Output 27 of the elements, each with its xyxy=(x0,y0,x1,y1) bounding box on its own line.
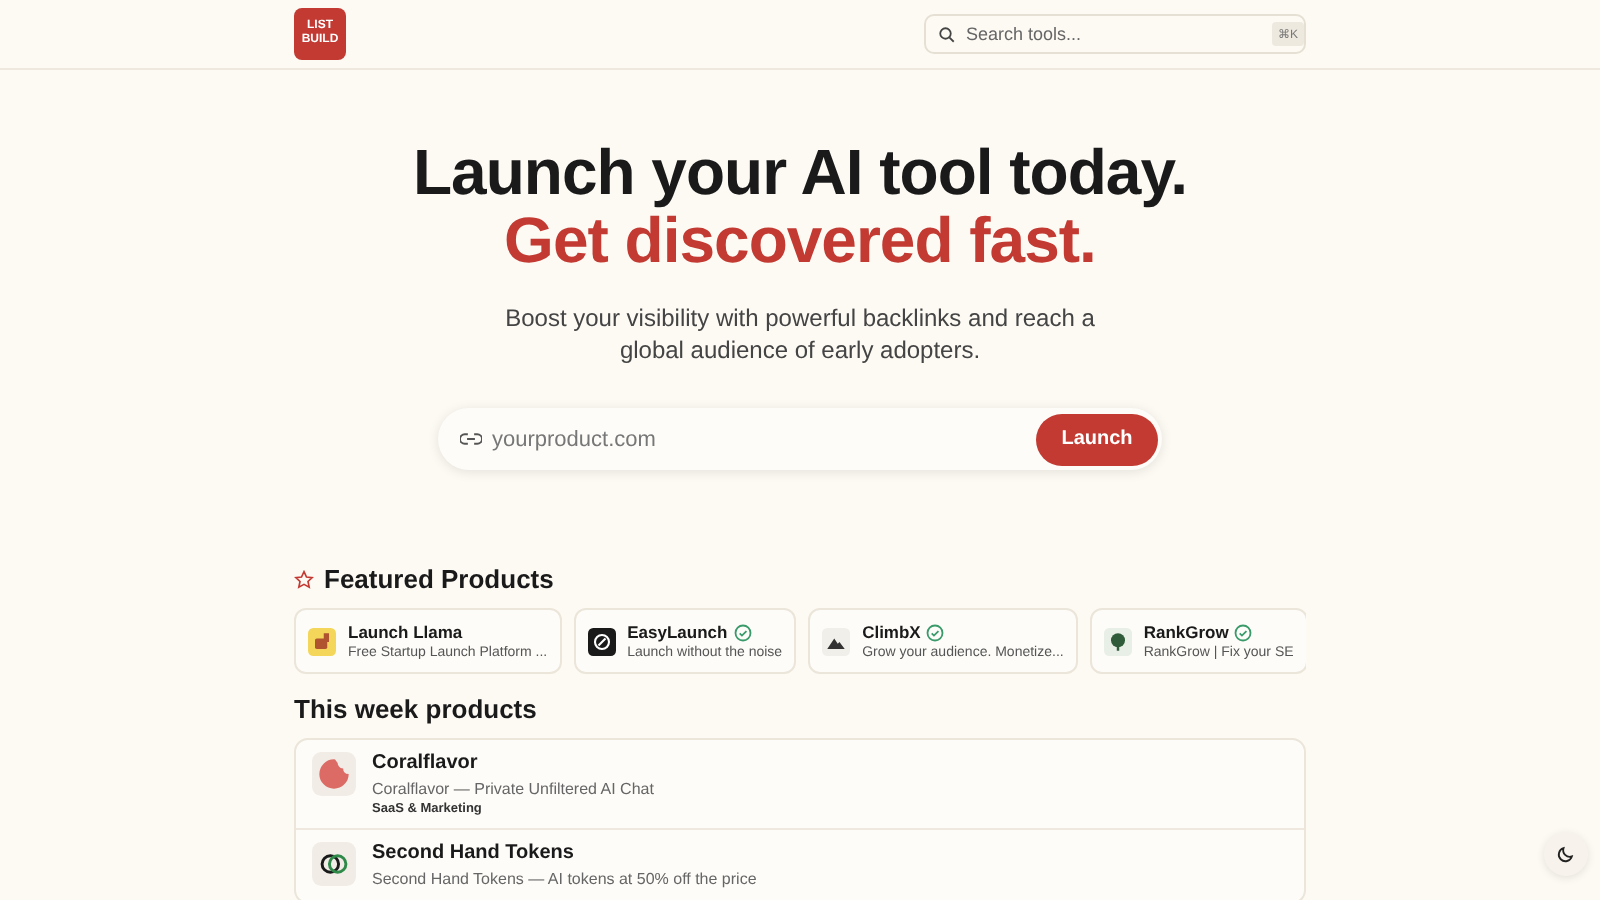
product-tagline: Coralflavor — Private Unfiltered AI Chat xyxy=(372,780,654,798)
section-title: This week products xyxy=(294,694,539,724)
search-icon xyxy=(938,25,956,43)
search-input[interactable]: Search tools... xyxy=(966,24,1262,44)
product-name: EasyLaunch xyxy=(627,622,728,642)
tree-icon xyxy=(1103,627,1132,655)
product-row[interactable]: Second Hand Tokens Second Hand Tokens — AI tokens at 50% off the price xyxy=(296,830,1304,900)
coral-blob-icon xyxy=(312,752,356,796)
theme-toggle-button[interactable] xyxy=(1544,832,1588,876)
product-tagline: Second Hand Tokens — AI tokens at 50% off the price xyxy=(372,870,757,888)
star-icon xyxy=(294,569,314,589)
product-name: Coralflavor xyxy=(372,752,480,774)
launch-button[interactable]: Launch xyxy=(1036,413,1158,465)
url-field[interactable]: yourproduct.com Launch xyxy=(438,408,1162,470)
link-icon xyxy=(460,432,482,446)
product-name: ClimbX xyxy=(862,622,921,642)
product-name: Second Hand Tokens xyxy=(372,842,576,864)
hero-subtitle: Boost your visibility with powerful backlinks and reach a global audience of early adopters. xyxy=(503,302,1097,366)
product-name: RankGrow xyxy=(1143,622,1229,642)
product-name: Launch Llama xyxy=(348,622,463,642)
hero-title: Launch your AI tool today. xyxy=(413,138,1187,206)
mountain-icon xyxy=(822,627,851,655)
hero-highlight: Get discovered fast. xyxy=(504,206,1096,274)
url-input[interactable]: yourproduct.com xyxy=(492,427,1026,451)
section-title: Featured Products xyxy=(324,564,554,594)
rings-icon xyxy=(312,842,356,886)
moon-icon xyxy=(1556,844,1576,864)
